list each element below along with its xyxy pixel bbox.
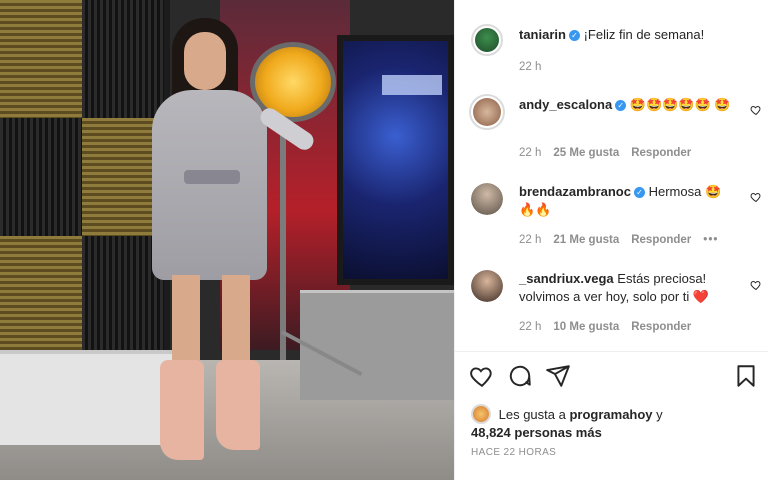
comment-username[interactable]: brendazambranoc bbox=[519, 184, 631, 199]
divider bbox=[455, 351, 768, 352]
caption-time: 22 h bbox=[519, 61, 542, 73]
verified-icon: ✓ bbox=[633, 187, 645, 198]
post-caption: taniarin ✓ ¡Feliz fin de semana! bbox=[519, 26, 759, 44]
comment-username[interactable]: _sandriux.vega bbox=[519, 271, 614, 286]
comment-icon[interactable] bbox=[507, 363, 533, 389]
comment-likes[interactable]: 25 Me gusta bbox=[553, 147, 619, 159]
commenter-avatar[interactable] bbox=[471, 270, 503, 302]
comment-item: brendazambranoc ✓ Hermosa 🤩 🔥🔥 bbox=[519, 183, 739, 219]
commenter-avatar[interactable] bbox=[471, 183, 503, 215]
liker-username[interactable]: programahoy bbox=[569, 407, 652, 422]
comment-likes[interactable]: 10 Me gusta bbox=[553, 321, 619, 333]
share-icon[interactable] bbox=[545, 363, 571, 389]
comments-panel: taniarin ✓ ¡Feliz fin de semana! 22 h and… bbox=[454, 0, 768, 480]
heart-outline-icon[interactable] bbox=[750, 279, 762, 291]
heart-icon[interactable] bbox=[469, 363, 495, 389]
commenter-avatar[interactable] bbox=[469, 94, 505, 130]
reply-button[interactable]: Responder bbox=[631, 321, 691, 333]
verified-icon: ✓ bbox=[615, 100, 627, 111]
comment-text: 🤩🤩🤩🤩🤩 🤩 bbox=[629, 97, 731, 112]
author-username[interactable]: taniarin bbox=[519, 27, 566, 42]
likes-summary: Les gusta a programahoy y 48,824 persona… bbox=[471, 404, 663, 442]
heart-outline-icon[interactable] bbox=[750, 191, 762, 203]
comment-username[interactable]: andy_escalona bbox=[519, 97, 612, 112]
post-photo[interactable] bbox=[0, 0, 454, 480]
action-bar bbox=[469, 363, 759, 391]
liker-avatar[interactable] bbox=[471, 404, 491, 424]
reply-button[interactable]: Responder bbox=[631, 234, 691, 246]
post-timestamp[interactable]: HACE 22 HORAS bbox=[471, 447, 556, 458]
bookmark-icon[interactable] bbox=[733, 363, 759, 389]
reply-button[interactable]: Responder bbox=[631, 147, 691, 159]
comment-time: 22 h bbox=[519, 234, 542, 246]
studio-screen bbox=[337, 35, 454, 285]
verified-icon: ✓ bbox=[568, 30, 580, 41]
more-options-icon[interactable]: ••• bbox=[703, 234, 718, 246]
heart-outline-icon[interactable] bbox=[750, 104, 762, 116]
comment-likes[interactable]: 21 Me gusta bbox=[553, 234, 619, 246]
comment-time: 22 h bbox=[519, 321, 542, 333]
person-figure bbox=[132, 10, 332, 470]
author-avatar[interactable] bbox=[471, 24, 503, 56]
comment-time: 22 h bbox=[519, 147, 542, 159]
comment-item: _sandriux.vega Estás preciosa! volvimos … bbox=[519, 270, 739, 306]
caption-text: ¡Feliz fin de semana! bbox=[583, 27, 705, 42]
likes-count[interactable]: 48,824 personas más bbox=[471, 425, 602, 440]
comment-item: andy_escalona ✓ 🤩🤩🤩🤩🤩 🤩 bbox=[519, 96, 739, 114]
